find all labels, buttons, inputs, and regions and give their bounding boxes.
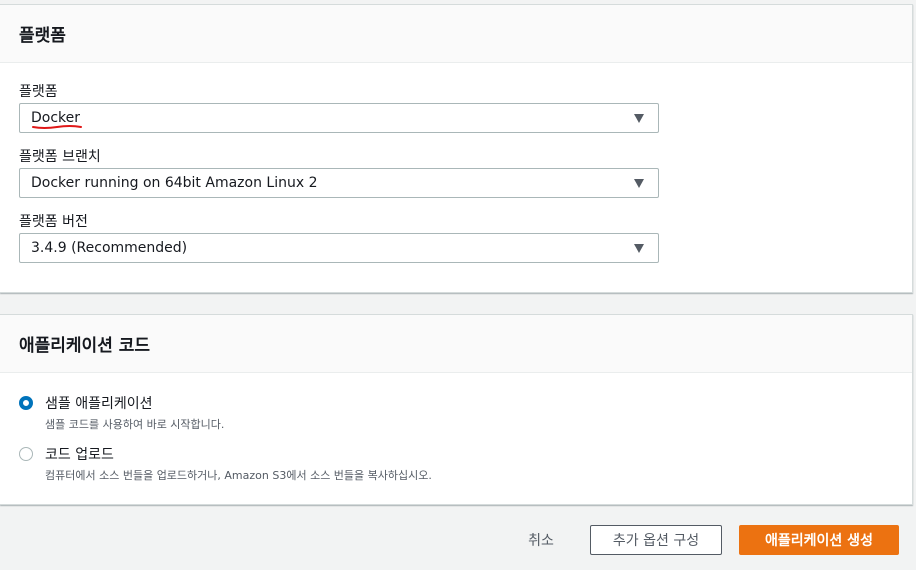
platform-branch-select-value: Docker running on 64bit Amazon Linux 2 (31, 175, 318, 191)
caret-down-icon (634, 114, 644, 123)
upload-code-option[interactable]: 코드 업로드 컴퓨터에서 소스 번들을 업로드하거나, Amazon S3에서 … (19, 444, 432, 483)
upload-code-title: 코드 업로드 (45, 447, 114, 463)
platform-panel-header: 플랫폼 (0, 5, 912, 63)
sample-application-desc: 샘플 코드를 사용하여 바로 시작합니다. (45, 418, 225, 431)
platform-label: 플랫폼 (19, 84, 58, 100)
caret-down-icon (634, 179, 644, 188)
application-code-panel-body: 샘플 애플리케이션 샘플 코드를 사용하여 바로 시작합니다. 코드 업로드 컴… (0, 373, 912, 505)
platform-branch-select[interactable]: Docker running on 64bit Amazon Linux 2 (19, 168, 659, 198)
upload-code-radio[interactable] (19, 447, 33, 461)
platform-panel-title: 플랫폼 (19, 26, 66, 46)
sample-application-option[interactable]: 샘플 애플리케이션 샘플 코드를 사용하여 바로 시작합니다. (19, 393, 224, 432)
application-code-panel: 애플리케이션 코드 샘플 애플리케이션 샘플 코드를 사용하여 바로 시작합니다… (0, 314, 913, 505)
cancel-button[interactable]: 취소 (510, 525, 572, 555)
platform-branch-label: 플랫폼 브랜치 (19, 149, 101, 165)
create-application-button[interactable]: 애플리케이션 생성 (739, 525, 899, 555)
platform-select[interactable]: Docker (19, 103, 659, 133)
platform-version-select-value: 3.4.9 (Recommended) (31, 240, 188, 256)
configure-more-options-button[interactable]: 추가 옵션 구성 (590, 525, 722, 555)
application-code-panel-header: 애플리케이션 코드 (0, 315, 912, 373)
red-underline-annotation (32, 125, 82, 129)
sample-application-title: 샘플 애플리케이션 (45, 396, 153, 412)
sample-application-radio[interactable] (19, 396, 33, 410)
platform-version-select[interactable]: 3.4.9 (Recommended) (19, 233, 659, 263)
upload-code-desc: 컴퓨터에서 소스 번들을 업로드하거나, Amazon S3에서 소스 번들을 … (45, 469, 432, 482)
caret-down-icon (634, 244, 644, 253)
application-code-panel-title: 애플리케이션 코드 (19, 336, 151, 356)
platform-version-label: 플랫폼 버전 (19, 214, 88, 230)
platform-panel: 플랫폼 플랫폼 Docker 플랫폼 브랜치 Docker running on… (0, 4, 913, 293)
platform-panel-body: 플랫폼 Docker 플랫폼 브랜치 Docker running on 64b… (0, 63, 912, 293)
